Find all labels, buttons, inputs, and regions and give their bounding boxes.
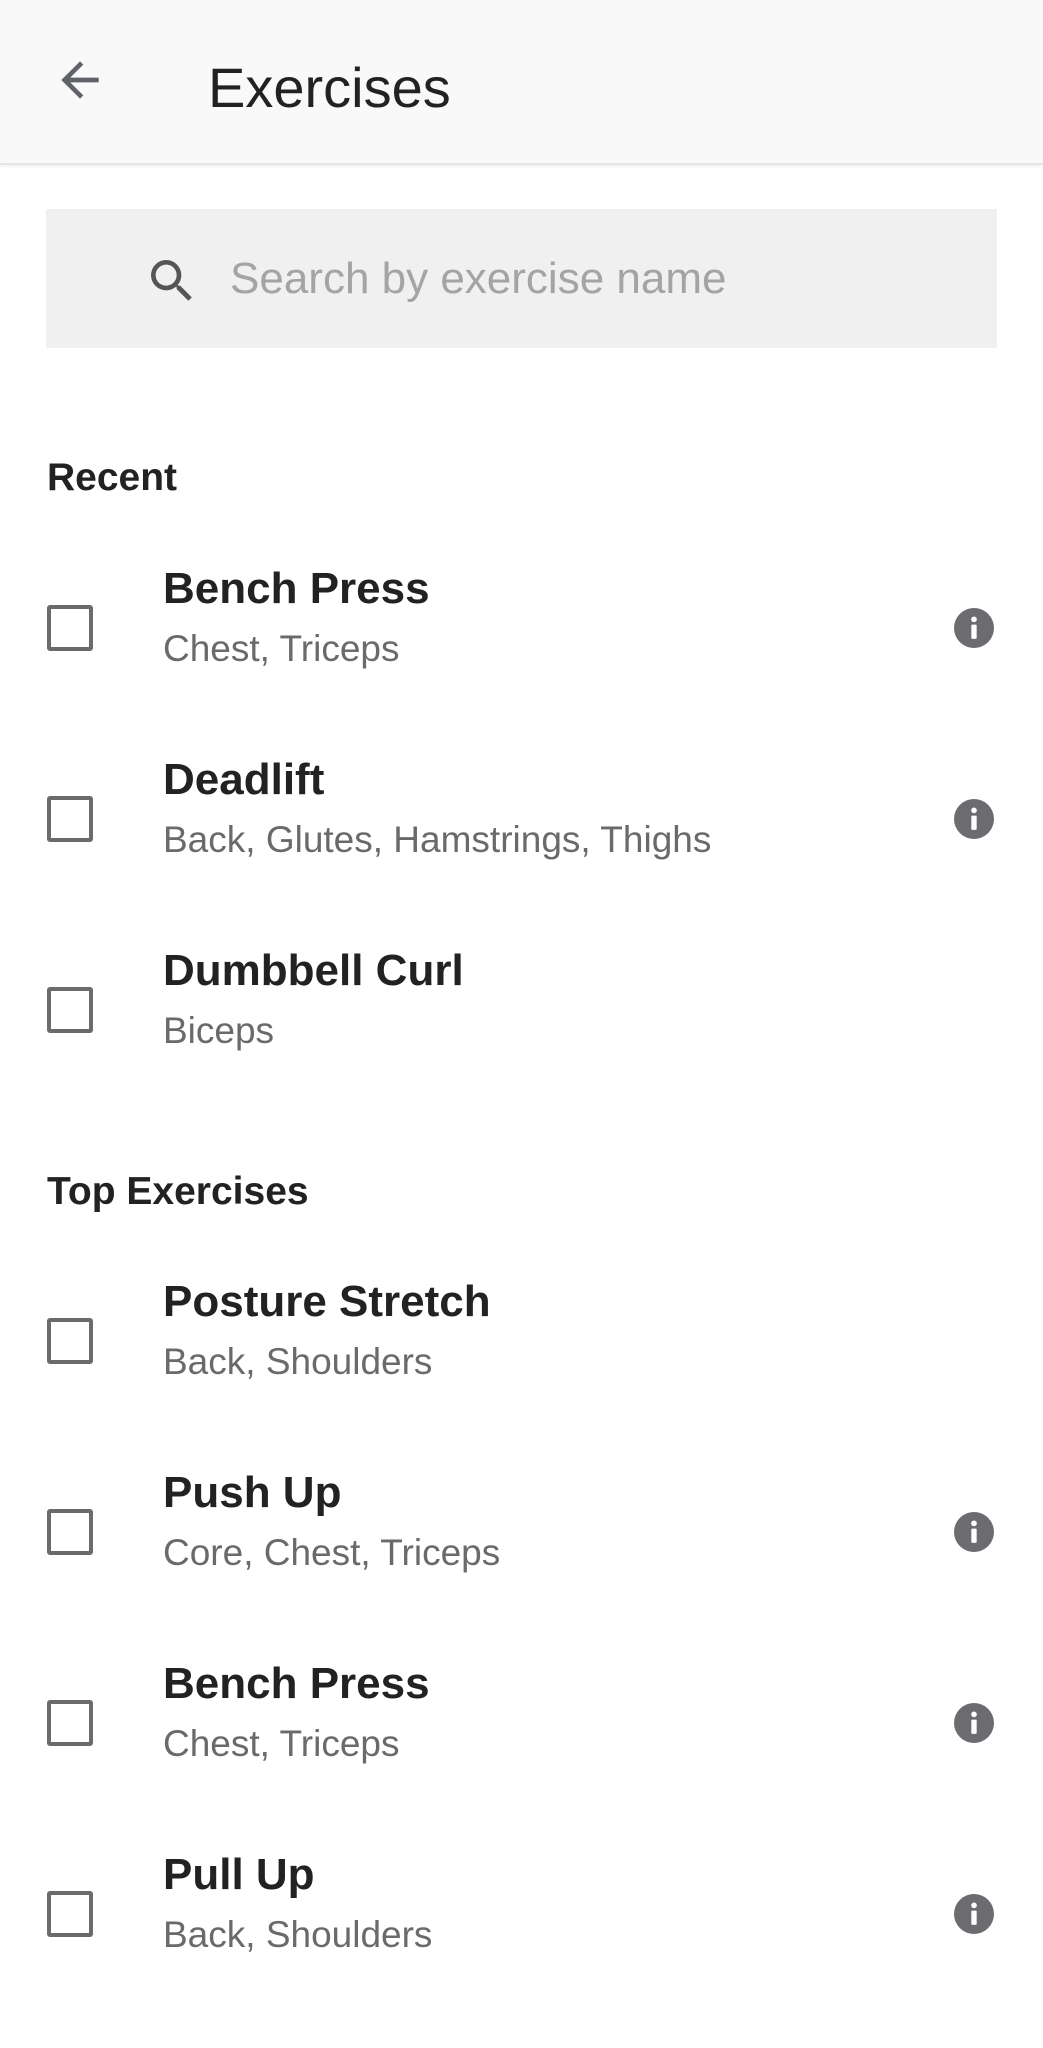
list-item[interactable]: Dumbbell Curl Biceps bbox=[0, 924, 1043, 1100]
exercise-muscles: Back, Glutes, Hamstrings, Thighs bbox=[163, 819, 712, 860]
list-item[interactable]: Posture Stretch Back, Shoulders bbox=[0, 1255, 1043, 1431]
section-title-recent: Recent bbox=[47, 456, 178, 499]
exercise-name: Push Up bbox=[163, 1468, 342, 1517]
exercise-muscles: Core, Chest, Triceps bbox=[163, 1532, 501, 1573]
list-item[interactable]: Pull Up Back, Shoulders bbox=[0, 1828, 1043, 2004]
exercise-muscles: Chest, Triceps bbox=[163, 628, 400, 669]
exercise-checkbox[interactable] bbox=[47, 605, 93, 651]
exercise-name: Bench Press bbox=[163, 1659, 430, 1708]
arrow-left-icon bbox=[61, 61, 99, 99]
search-icon bbox=[151, 260, 192, 301]
exercise-muscles: Chest, Triceps bbox=[163, 1723, 400, 1764]
search-box[interactable] bbox=[46, 209, 997, 348]
exercise-muscles: Back, Shoulders bbox=[163, 1914, 433, 1955]
info-icon[interactable] bbox=[954, 1703, 994, 1743]
back-button[interactable] bbox=[44, 44, 116, 116]
exercise-checkbox[interactable] bbox=[47, 1700, 93, 1746]
exercise-checkbox[interactable] bbox=[47, 1509, 93, 1555]
exercise-muscles: Biceps bbox=[163, 1010, 275, 1051]
exercise-name: Posture Stretch bbox=[163, 1277, 491, 1326]
list-item[interactable]: Deadlift Back, Glutes, Hamstrings, Thigh… bbox=[0, 733, 1043, 909]
exercise-checkbox[interactable] bbox=[47, 796, 93, 842]
exercise-name: Bench Press bbox=[163, 564, 430, 613]
list-item[interactable]: Push Up Core, Chest, Triceps bbox=[0, 1446, 1043, 1622]
exercise-checkbox[interactable] bbox=[47, 1318, 93, 1364]
info-icon[interactable] bbox=[954, 799, 994, 839]
list-item[interactable]: Bench Press Chest, Triceps bbox=[0, 1637, 1043, 1813]
search-input[interactable] bbox=[230, 209, 970, 348]
exercise-name: Dumbbell Curl bbox=[163, 946, 464, 995]
info-icon[interactable] bbox=[954, 608, 994, 648]
info-icon[interactable] bbox=[954, 1894, 994, 1934]
info-icon[interactable] bbox=[954, 1512, 994, 1552]
app-bar: Exercises bbox=[0, 0, 1043, 165]
section-title-top-exercises: Top Exercises bbox=[47, 1170, 309, 1213]
list-item[interactable]: Bench Press Chest, Triceps bbox=[0, 542, 1043, 718]
exercise-muscles: Back, Shoulders bbox=[163, 1341, 433, 1382]
exercise-name: Pull Up bbox=[163, 1850, 315, 1899]
page-title: Exercises bbox=[208, 56, 451, 119]
exercise-checkbox[interactable] bbox=[47, 1891, 93, 1937]
exercise-checkbox[interactable] bbox=[47, 987, 93, 1033]
exercise-name: Deadlift bbox=[163, 755, 325, 804]
